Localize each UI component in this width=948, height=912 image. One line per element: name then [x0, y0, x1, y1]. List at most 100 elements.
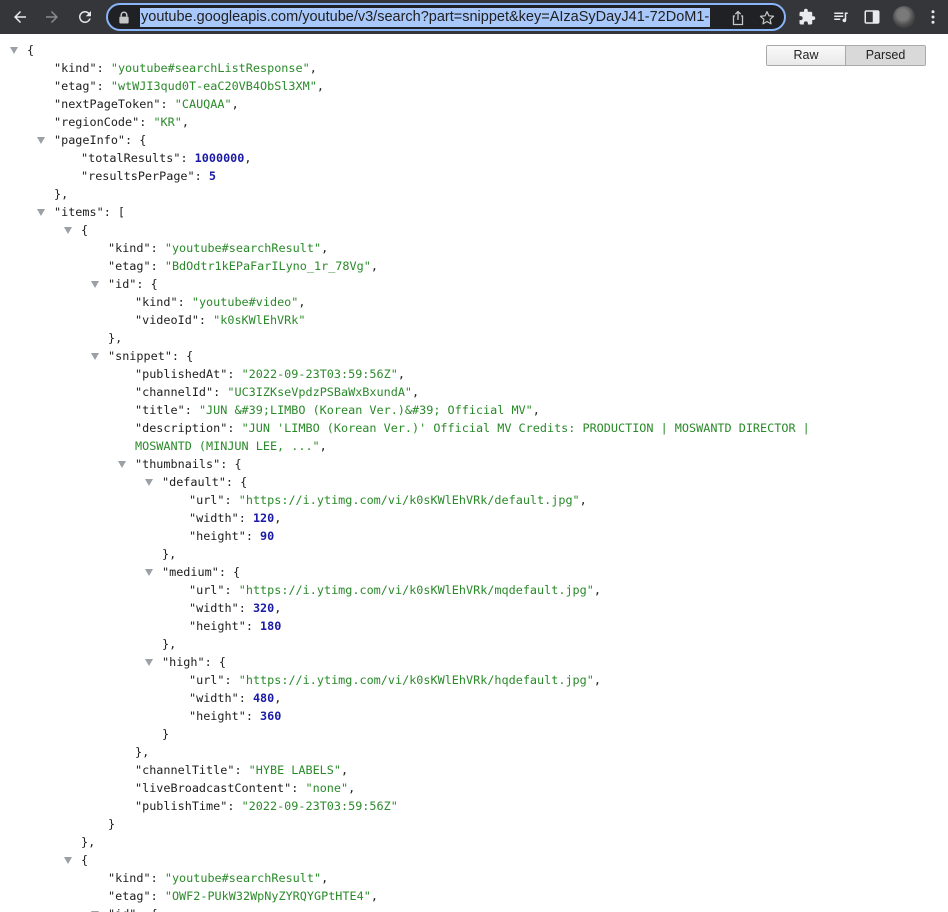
- json-punctuation: ,: [181, 115, 189, 129]
- collapse-toggle-icon[interactable]: [145, 569, 153, 576]
- json-punctuation: : {: [220, 457, 242, 471]
- json-line: "kind": "youtube#searchListResponse",: [54, 59, 317, 77]
- json-key: "width": [189, 511, 239, 525]
- json-line: },: [135, 743, 149, 761]
- json-punctuation: : {: [204, 655, 226, 669]
- json-number: 180: [260, 619, 282, 633]
- json-punctuation: },: [162, 637, 177, 651]
- collapse-toggle-icon[interactable]: [10, 47, 18, 54]
- reload-icon: [78, 10, 91, 23]
- json-line: "high": {: [162, 653, 226, 671]
- json-punctuation: ,: [274, 601, 282, 615]
- json-string: "https://i.ytimg.com/vi/k0sKWlEhVRk/defa…: [238, 493, 580, 507]
- json-line: "etag": "wtWJI3qud0T-eaC20VB4ObSl3XM",: [54, 77, 324, 95]
- json-punctuation: :: [139, 115, 154, 129]
- json-line: "default": {: [162, 473, 247, 491]
- json-string: "youtube#searchResult": [164, 871, 322, 885]
- json-string: "youtube#searchListResponse": [110, 61, 310, 75]
- json-line: "etag": "OWF2-PUkW32WpNyZYRQYGPtHTE4",: [108, 887, 378, 905]
- share-icon[interactable]: [730, 10, 746, 26]
- json-punctuation: :: [150, 259, 165, 273]
- json-string: MOSWANTD (MINJUN LEE, ...": [135, 439, 320, 453]
- json-key: "kind": [108, 871, 151, 885]
- json-key: "height": [189, 529, 246, 543]
- json-key: "height": [189, 619, 246, 633]
- json-string: "BdOdtr1kEPaFarILyno_1r_78Vg": [164, 259, 371, 273]
- json-punctuation: ,: [319, 439, 327, 453]
- collapse-toggle-icon[interactable]: [37, 209, 45, 216]
- forward-button[interactable]: [39, 4, 65, 30]
- json-punctuation: :: [227, 367, 242, 381]
- json-key: "publishTime": [135, 799, 228, 813]
- json-string: "https://i.ytimg.com/vi/k0sKWlEhVRk/mqde…: [238, 583, 594, 597]
- json-punctuation: }: [108, 817, 116, 831]
- json-line: "url": "https://i.ytimg.com/vi/k0sKWlEhV…: [189, 581, 601, 599]
- json-punctuation: ,: [532, 403, 540, 417]
- json-line: MOSWANTD (MINJUN LEE, ...",: [135, 437, 327, 455]
- json-punctuation: :: [177, 295, 192, 309]
- json-line: },: [162, 545, 176, 563]
- json-punctuation: : {: [136, 277, 158, 291]
- collapse-toggle-icon[interactable]: [91, 281, 99, 288]
- url-text[interactable]: youtube.googleapis.com/youtube/v3/search…: [140, 8, 711, 27]
- json-punctuation: ,: [309, 61, 317, 75]
- collapse-toggle-icon[interactable]: [145, 479, 153, 486]
- json-string: "UC3IZKseVpdzPSBaWxBxundA": [227, 385, 413, 399]
- json-punctuation: ,: [593, 673, 601, 687]
- json-key: "description": [135, 421, 228, 435]
- profile-avatar[interactable]: [893, 6, 915, 28]
- json-line: "kind": "youtube#video",: [135, 293, 306, 311]
- collapse-toggle-icon[interactable]: [64, 227, 72, 234]
- json-punctuation: :: [194, 169, 209, 183]
- json-punctuation: :: [234, 763, 249, 777]
- json-punctuation: :: [224, 493, 239, 507]
- json-line: "description": "JUN 'LIMBO (Korean Ver.)…: [135, 419, 810, 437]
- json-line: "nextPageToken": "CAUQAA",: [54, 95, 239, 113]
- collapse-toggle-icon[interactable]: [91, 353, 99, 360]
- bookmark-star-icon[interactable]: [758, 9, 776, 27]
- side-panel-icon[interactable]: [863, 8, 881, 26]
- media-queue-icon[interactable]: [832, 8, 850, 26]
- json-key: "url": [189, 673, 225, 687]
- json-key: "high": [162, 655, 205, 669]
- json-line: "id": {: [108, 905, 158, 912]
- json-string: "none": [305, 781, 349, 795]
- json-line: "etag": "BdOdtr1kEPaFarILyno_1r_78Vg",: [108, 257, 378, 275]
- json-punctuation: ,: [579, 493, 587, 507]
- json-key: "thumbnails": [135, 457, 221, 471]
- json-key: "liveBroadcastContent": [135, 781, 292, 795]
- json-line: "title": "JUN &#39;LIMBO (Korean Ver.)&#…: [135, 401, 540, 419]
- json-punctuation: : [: [103, 205, 126, 219]
- json-punctuation: : {: [225, 475, 248, 489]
- collapse-toggle-icon[interactable]: [118, 461, 126, 468]
- json-string: "2022-09-23T03:59:56Z": [241, 367, 398, 381]
- raw-view-button[interactable]: Raw: [767, 46, 846, 65]
- collapse-toggle-icon[interactable]: [37, 137, 45, 144]
- json-key: "id": [108, 277, 137, 291]
- back-button[interactable]: [7, 4, 33, 30]
- json-punctuation: :: [224, 673, 239, 687]
- json-key: "medium": [162, 565, 219, 579]
- extensions-puzzle-icon[interactable]: [798, 8, 816, 26]
- collapse-toggle-icon[interactable]: [145, 659, 153, 666]
- json-key: "width": [189, 601, 239, 615]
- json-line: }: [162, 725, 169, 743]
- json-line: "items": [: [54, 203, 125, 221]
- parsed-view-button[interactable]: Parsed: [846, 46, 925, 65]
- json-punctuation: ,: [412, 385, 420, 399]
- json-string: "https://i.ytimg.com/vi/k0sKWlEhVRk/hqde…: [238, 673, 594, 687]
- json-number: 120: [252, 511, 275, 525]
- json-key: "channelId": [135, 385, 214, 399]
- json-key: "kind": [108, 241, 151, 255]
- json-punctuation: :: [150, 889, 165, 903]
- json-punctuation: ,: [316, 79, 324, 93]
- collapse-toggle-icon[interactable]: [64, 857, 72, 864]
- more-vertical-icon[interactable]: [924, 8, 942, 26]
- json-line: "resultsPerPage": 5: [81, 167, 216, 185]
- address-bar[interactable]: youtube.googleapis.com/youtube/v3/search…: [106, 3, 786, 31]
- json-punctuation: :: [245, 619, 261, 633]
- reload-button[interactable]: [72, 4, 98, 30]
- json-punctuation: :: [238, 601, 253, 615]
- json-string: "CAUQAA": [174, 97, 232, 111]
- json-punctuation: :: [238, 511, 253, 525]
